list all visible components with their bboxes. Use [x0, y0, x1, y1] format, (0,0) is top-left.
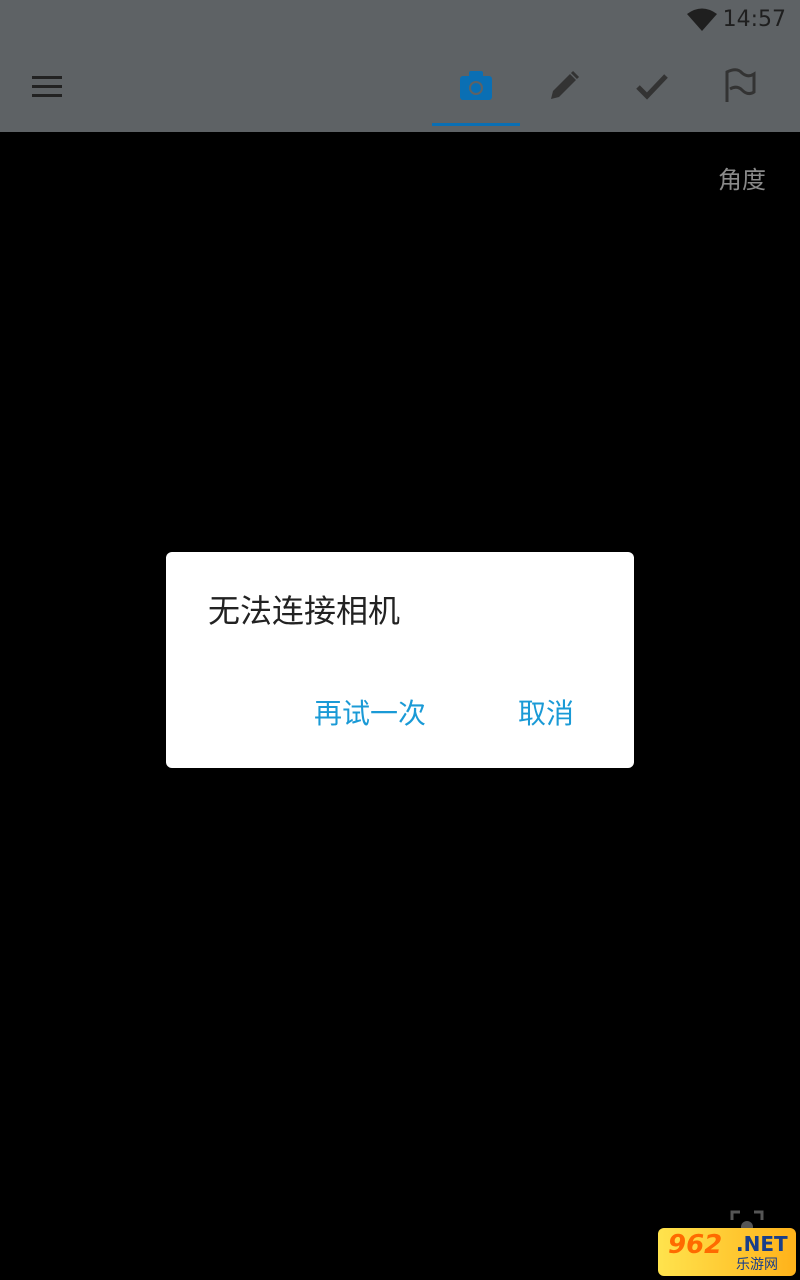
tab-flag[interactable]	[696, 40, 784, 132]
pencil-icon	[551, 70, 580, 99]
watermark-logo: 962 .NET 乐游网	[658, 1228, 796, 1276]
tab-check[interactable]	[608, 40, 696, 132]
camera-screen: 14:57 角度 无法连接相机 再试一次 取消 962 .NET 乐游网	[0, 0, 800, 1280]
flag-icon	[725, 68, 756, 102]
checkmark-icon	[636, 74, 668, 100]
app-toolbar	[0, 40, 800, 132]
tab-edit[interactable]	[520, 40, 608, 132]
cancel-button[interactable]: 取消	[518, 692, 574, 732]
dialog-title: 无法连接相机	[208, 592, 401, 630]
watermark-sub: 乐游网	[736, 1257, 778, 1273]
wifi-icon	[687, 8, 717, 31]
active-tab-indicator	[432, 123, 520, 126]
camera-icon	[460, 71, 492, 100]
status-bar: 14:57	[0, 0, 800, 40]
status-time: 14:57	[722, 7, 786, 32]
retry-button[interactable]: 再试一次	[314, 692, 426, 732]
watermark-number: 962	[668, 1230, 723, 1260]
hamburger-menu-icon[interactable]	[28, 70, 66, 102]
camera-error-dialog: 无法连接相机 再试一次 取消	[166, 552, 634, 768]
tab-camera[interactable]	[432, 40, 520, 132]
angle-label[interactable]: 角度	[718, 160, 766, 195]
watermark-net: .NET	[736, 1232, 788, 1256]
